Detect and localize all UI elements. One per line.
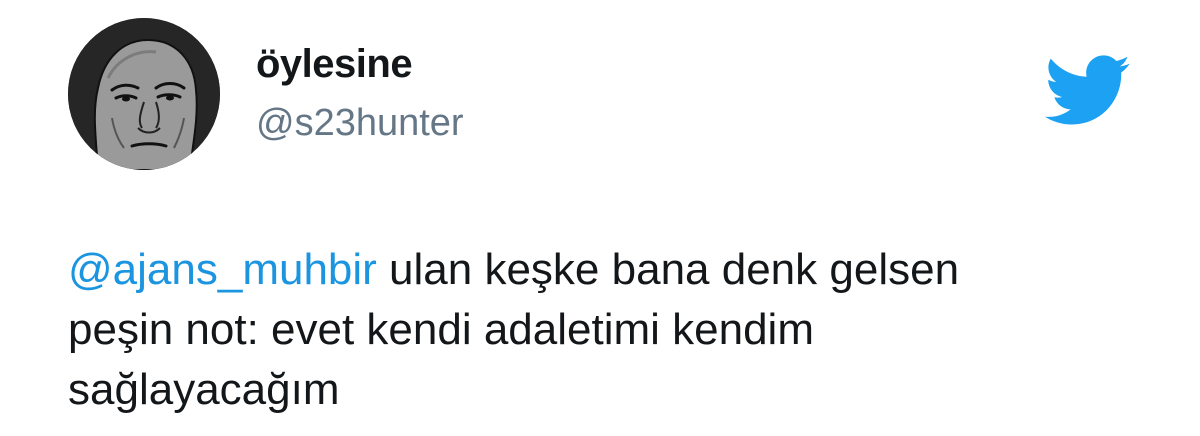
avatar[interactable] xyxy=(68,18,220,170)
wojak-face-icon xyxy=(68,18,220,170)
tweet-card: öylesine @s23hunter @ajans_muhbir ulan k… xyxy=(0,0,1200,436)
tweet-line-1: @ajans_muhbir ulan keşke bana denk gelse… xyxy=(68,240,1148,300)
user-handle[interactable]: @s23hunter xyxy=(256,100,464,146)
tweet-line-1-text: ulan keşke bana denk gelsen xyxy=(376,245,960,294)
twitter-bird-icon[interactable] xyxy=(1044,55,1132,127)
twitter-logo-icon xyxy=(1044,55,1130,125)
tweet-line-2: peşin not: evet kendi adaletimi kendim xyxy=(68,305,814,354)
tweet-line-3: sağlayacağım xyxy=(68,365,340,414)
display-name[interactable]: öylesine xyxy=(256,40,413,88)
mention-link[interactable]: @ajans_muhbir xyxy=(68,245,377,294)
tweet-text: @ajans_muhbir ulan keşke bana denk gelse… xyxy=(68,240,1148,420)
